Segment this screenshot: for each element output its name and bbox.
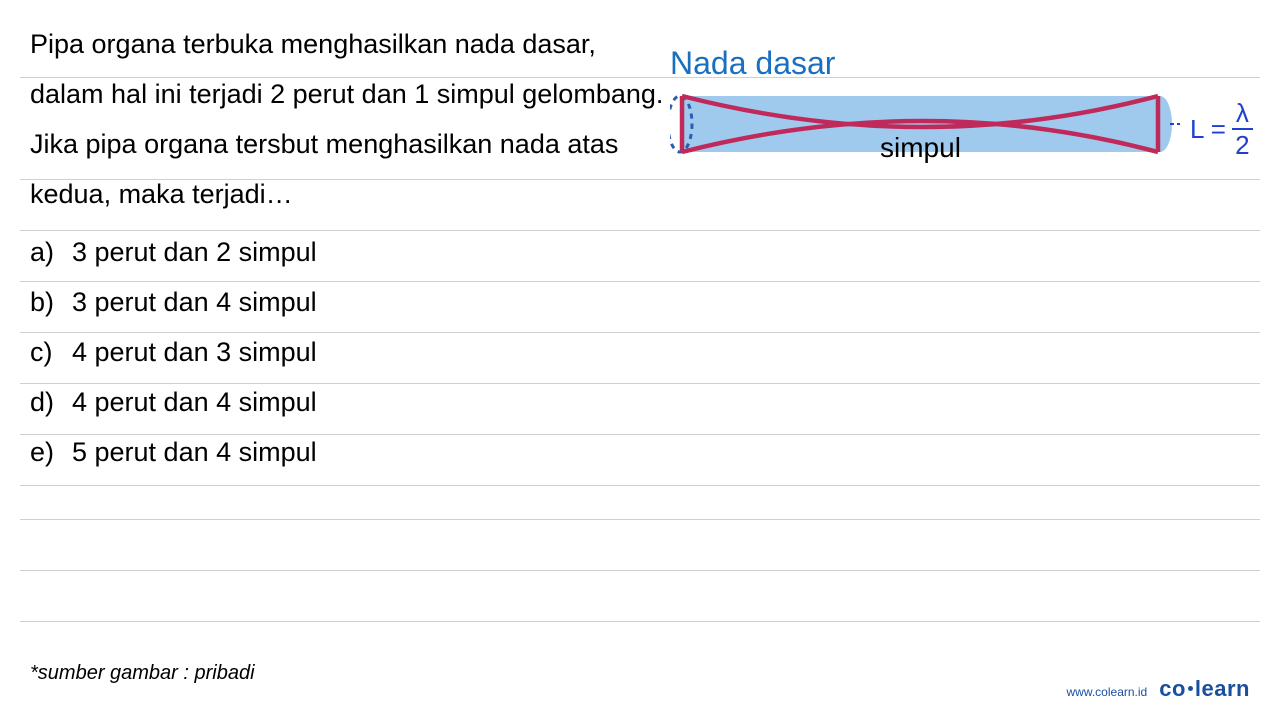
option-text: 3 perut dan 4 simpul [72,278,317,328]
diagram-area: Nada dasar [670,45,1260,168]
option-c: c) 4 perut dan 3 simpul [30,328,1250,378]
formula-prefix: L = [1190,114,1226,145]
question-text: Pipa organa terbuka menghasilkan nada da… [30,20,670,220]
options-list: a) 3 perut dan 2 simpul b) 3 perut dan 4… [30,228,1250,478]
option-b: b) 3 perut dan 4 simpul [30,278,1250,328]
diagram-title: Nada dasar [670,45,1260,82]
option-text: 3 perut dan 2 simpul [72,228,317,278]
option-d: d) 4 perut dan 4 simpul [30,378,1250,428]
fraction: λ 2 [1232,100,1253,158]
logo-dot-icon [1188,686,1193,691]
logo-left: co [1159,676,1186,701]
logo-right: learn [1195,676,1250,701]
image-source-footnote: *sumber gambar : pribadi [30,662,255,685]
option-e: e) 5 perut dan 4 simpul [30,428,1250,478]
option-label: c) [30,328,72,378]
node-label: simpul [880,132,961,164]
footer-url: www.colearn.id [1067,685,1148,699]
footer-branding: www.colearn.id colearn [1067,676,1250,702]
option-text: 4 perut dan 3 simpul [72,328,317,378]
option-label: a) [30,228,72,278]
option-text: 4 perut dan 4 simpul [72,378,317,428]
length-formula: L = λ 2 [1190,100,1253,158]
fraction-numerator: λ [1232,100,1253,130]
option-text: 5 perut dan 4 simpul [72,428,317,478]
fraction-denominator: 2 [1235,130,1249,158]
option-a: a) 3 perut dan 2 simpul [30,228,1250,278]
option-label: e) [30,428,72,478]
option-label: d) [30,378,72,428]
option-label: b) [30,278,72,328]
footer-logo: colearn [1159,676,1250,702]
